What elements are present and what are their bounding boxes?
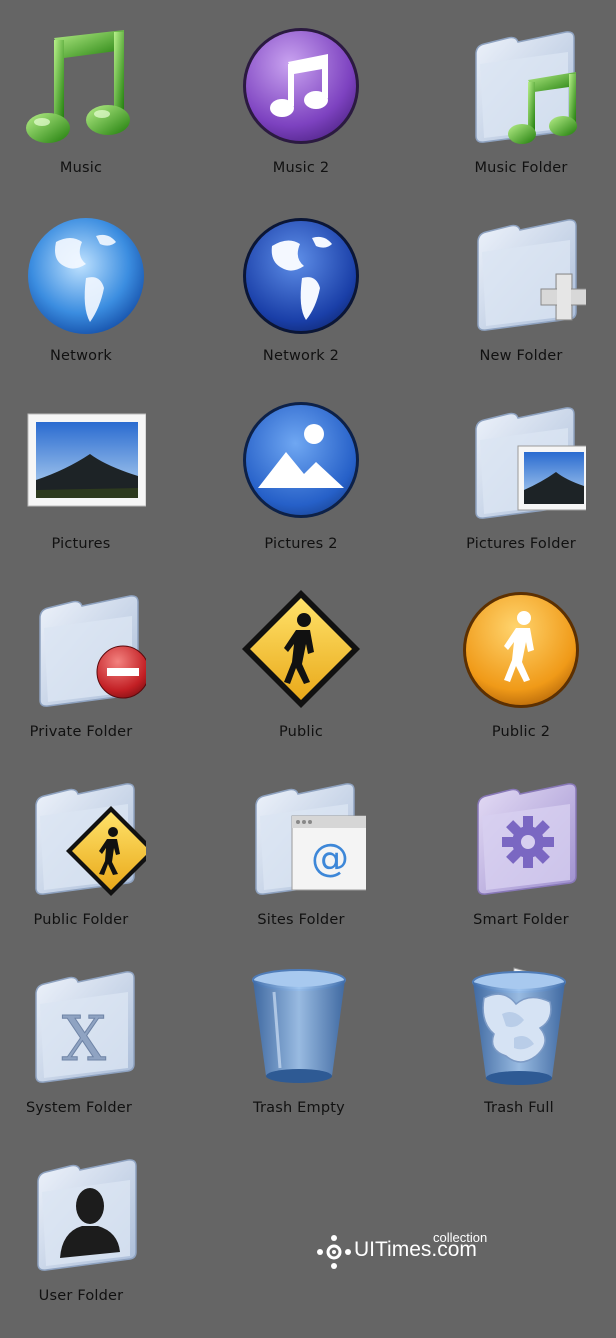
icon-cell-trash-empty[interactable]: Trash Empty [209,954,389,1142]
icon-label: Public Folder [33,912,129,928]
icon-label: Trash Empty [253,1100,345,1116]
watermark-superscript: collection [433,1230,488,1245]
music-note-icon [16,24,146,154]
icon-label: Music Folder [474,160,568,176]
user-folder-icon [16,1152,146,1282]
icon-label: System Folder [25,1100,133,1116]
smart-folder-icon [456,776,586,906]
icon-cell-pictures[interactable]: Pictures [0,390,171,578]
icon-cell-pictures-2[interactable]: Pictures 2 [211,390,391,578]
icon-label: Smart Folder [473,912,569,928]
new-folder-icon [456,212,586,342]
icon-label: Pictures 2 [264,536,338,552]
icon-cell-trash-full[interactable]: Trash Full [429,954,609,1142]
icon-label: Network [50,348,112,364]
icon-label: Trash Full [484,1100,554,1116]
icon-cell-network-2[interactable]: Network 2 [211,202,391,390]
trash-full-icon [454,964,584,1094]
icon-label: Public 2 [491,724,551,740]
music-note-circle-icon [236,24,366,154]
icon-cell-network[interactable]: Network [0,202,171,390]
icon-cell-music-2[interactable]: Music 2 [211,14,391,202]
public-folder-icon [16,776,146,906]
svg-text:X: X [62,1002,106,1075]
icon-cell-sites-folder[interactable]: @ Sites Folder [211,766,391,954]
icon-cell-private-folder[interactable]: Private Folder [0,578,171,766]
icon-label: Pictures Folder [466,536,576,552]
icon-label: Public [278,724,324,740]
icon-label: Sites Folder [257,912,345,928]
icon-cell-user-folder[interactable]: User Folder [0,1142,171,1330]
icon-cell-smart-folder[interactable]: Smart Folder [431,766,611,954]
globe-dark-icon [236,212,366,342]
icon-label: User Folder [38,1288,124,1304]
icon-cell-music-folder[interactable]: Music Folder [431,14,611,202]
music-folder-icon [456,24,586,154]
system-folder-icon: X [14,964,144,1094]
icon-label: Pictures [51,536,111,552]
trash-empty-icon [234,964,364,1094]
svg-text:@: @ [311,836,349,880]
icon-cell-public-folder[interactable]: Public Folder [0,766,171,954]
uitimes-watermark: UITimes.com collection [316,1230,516,1272]
uitimes-logo-icon [317,1235,351,1269]
public-sign-icon [236,588,366,718]
sites-folder-icon: @ [236,776,366,906]
globe-icon [16,212,146,342]
icon-label: Network 2 [262,348,340,364]
icon-label: Music [59,160,103,176]
icon-cell-public[interactable]: Public [211,578,391,766]
picture-circle-icon [236,400,366,530]
public-circle-icon [456,588,586,718]
icon-cell-new-folder[interactable]: New Folder [431,202,611,390]
private-folder-icon [16,588,146,718]
icon-label: Music 2 [272,160,330,176]
icon-cell-music[interactable]: Music [0,14,171,202]
pictures-folder-icon [456,400,586,530]
icon-cell-public-2[interactable]: Public 2 [431,578,611,766]
icon-cell-pictures-folder[interactable]: Pictures Folder [431,390,611,578]
picture-icon [16,400,146,530]
icon-cell-system-folder[interactable]: X System Folder [0,954,169,1142]
icon-label: Private Folder [29,724,133,740]
icon-label: New Folder [479,348,563,364]
